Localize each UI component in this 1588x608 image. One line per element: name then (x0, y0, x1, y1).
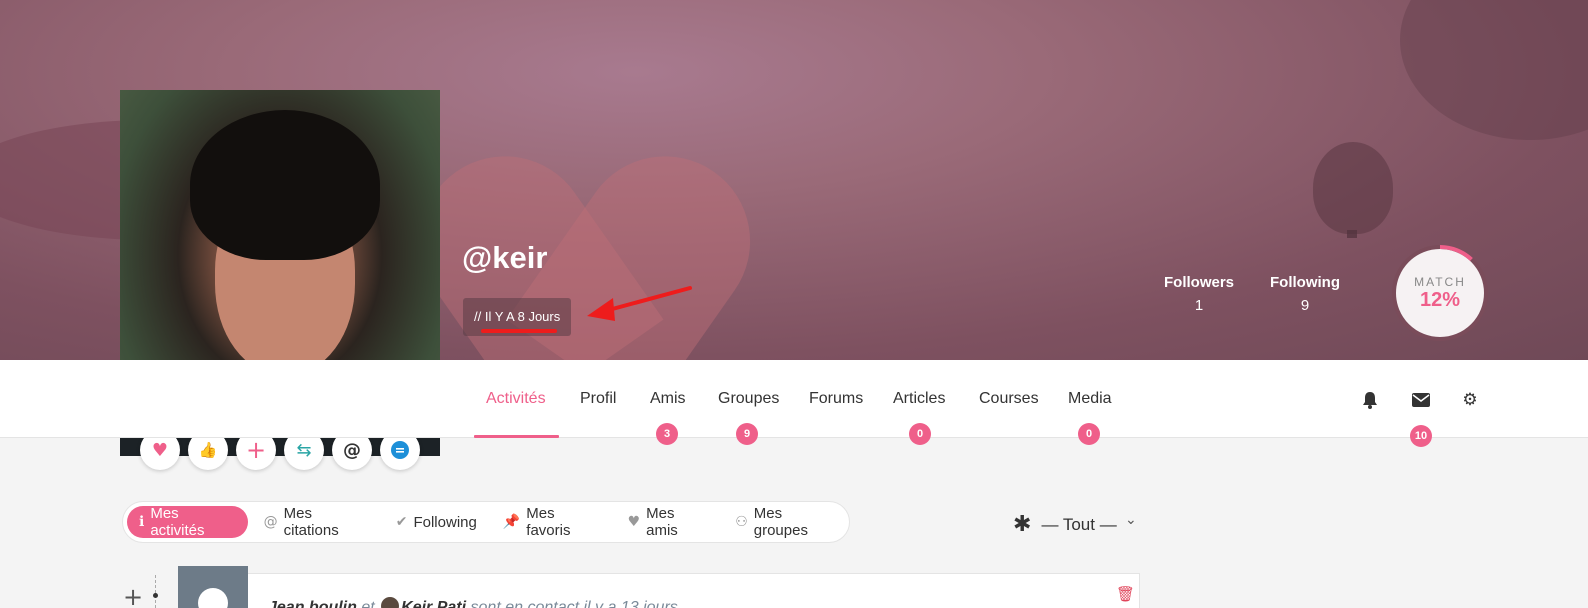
mini-avatar (381, 597, 400, 608)
activity-actor[interactable]: Jean boulin (268, 599, 357, 608)
sort-label: — Tout — (1041, 514, 1117, 534)
filter-mes-favoris[interactable]: 📌 Mes favoris (493, 505, 612, 539)
envelope-icon[interactable] (1409, 388, 1433, 412)
gear-icon[interactable]: ⚙ (1458, 388, 1482, 412)
match-progress-arc (1439, 245, 1473, 261)
activity-action: sont en contact (470, 599, 580, 608)
tab-media[interactable]: Media (1068, 390, 1112, 408)
filter-label: Mes citations (283, 505, 339, 539)
chevron-down-icon: ⌄ (1125, 512, 1137, 528)
trash-icon[interactable]: 🗑 (1116, 585, 1135, 603)
filter-label: Mes favoris (526, 505, 571, 539)
timeline-dot (153, 593, 158, 598)
followers-label: Followers (1164, 274, 1235, 291)
check-circle-icon: ✔ (395, 514, 408, 530)
filter-mes-citations[interactable]: @ Mes citations (254, 505, 380, 539)
tab-activites[interactable]: Activités (486, 390, 546, 408)
activity-time: il y a 13 jours (583, 599, 678, 608)
profile-navbar (0, 360, 1588, 438)
following-stat[interactable]: Following 9 (1270, 274, 1340, 314)
active-tab-indicator (474, 435, 559, 438)
filter-mes-activites[interactable]: ℹ Mes activités (127, 505, 248, 539)
filter-label: Mes groupes (753, 505, 808, 539)
asterisk-icon: ✱ (1013, 512, 1032, 537)
articles-count-badge: 0 (909, 423, 931, 445)
tab-groupes[interactable]: Groupes (718, 390, 779, 408)
tab-amis[interactable]: Amis (650, 390, 686, 408)
followers-value: 1 (1194, 297, 1204, 314)
followers-stat[interactable]: Followers 1 (1164, 274, 1234, 314)
filter-following[interactable]: ✔ Following (386, 506, 487, 538)
filter-mes-amis[interactable]: ♥ Mes amis (618, 505, 720, 539)
pin-icon: 📌 (502, 514, 521, 530)
annotation-arrow (587, 286, 692, 321)
activity-avatar[interactable] (178, 566, 248, 608)
at-icon: @ (263, 514, 278, 530)
activity-filters: ℹ Mes activités @ Mes citations ✔ Follow… (122, 501, 850, 543)
balloon-graphic (1313, 142, 1393, 234)
activity-conj: et (361, 599, 375, 608)
filter-label: Mes activités (150, 505, 205, 539)
profile-username: @keir (462, 240, 548, 275)
group-icon: ⚇ (735, 514, 748, 530)
tab-profil[interactable]: Profil (580, 390, 616, 408)
sort-select[interactable]: ✱ — Tout — ⌄ (1013, 512, 1137, 537)
tab-forums[interactable]: Forums (809, 390, 863, 408)
filter-mes-groupes[interactable]: ⚇ Mes groupes (725, 505, 849, 539)
tab-courses[interactable]: Courses (979, 390, 1039, 408)
filter-label: Mes amis (646, 505, 678, 539)
media-count-badge: 0 (1078, 423, 1100, 445)
heart-icon: ♥ (627, 514, 641, 530)
timeline-line (155, 575, 156, 608)
following-value: 9 (1300, 297, 1310, 314)
info-icon: ℹ (139, 514, 145, 530)
annotation-underline (481, 329, 557, 333)
activity-text: Jean boulin et Keir Pati sont en contact… (268, 597, 678, 608)
expand-plus-icon[interactable]: + (123, 583, 143, 608)
activity-target[interactable]: Keir Pati (401, 599, 466, 608)
bell-icon[interactable] (1358, 388, 1382, 412)
match-badge: MATCH 12% (1392, 245, 1488, 341)
amis-count-badge: 3 (656, 423, 678, 445)
messages-count-badge: 10 (1410, 425, 1432, 447)
groupes-count-badge: 9 (736, 423, 758, 445)
tab-articles[interactable]: Articles (893, 390, 945, 408)
filter-label: Following (413, 513, 477, 531)
following-label: Following (1270, 274, 1340, 291)
